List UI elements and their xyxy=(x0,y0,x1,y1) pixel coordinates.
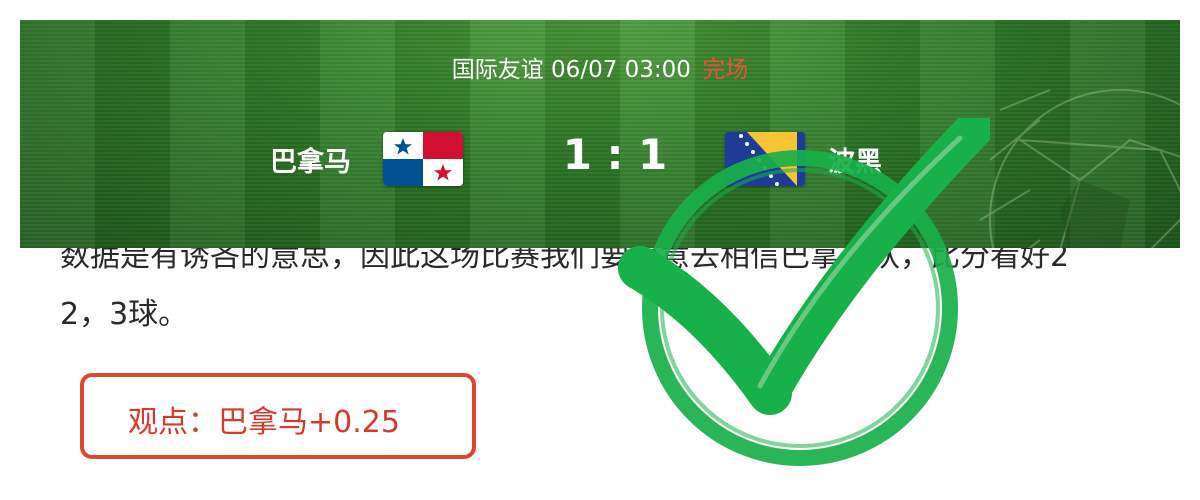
opinion-label: 观点：巴拿马+0.25 xyxy=(128,405,400,440)
match-info: 国际友谊 06/07 03:00 完场 xyxy=(20,50,1180,84)
football-icon xyxy=(979,89,1180,248)
match-status: 完场 xyxy=(702,57,749,83)
home-team-name[interactable]: 巴拿马 xyxy=(270,140,351,179)
checkmark-stamp-icon xyxy=(618,118,990,466)
competition-name: 国际友谊 xyxy=(451,57,544,83)
match-header[interactable]: 国际友谊 06/07 03:00 完场 巴拿马 1 : 1 波黑 xyxy=(20,20,1180,248)
opinion-box: 观点：巴拿马+0.25 xyxy=(80,373,476,459)
panama-flag-icon xyxy=(383,132,463,186)
match-datetime: 06/07 03:00 xyxy=(551,57,691,83)
